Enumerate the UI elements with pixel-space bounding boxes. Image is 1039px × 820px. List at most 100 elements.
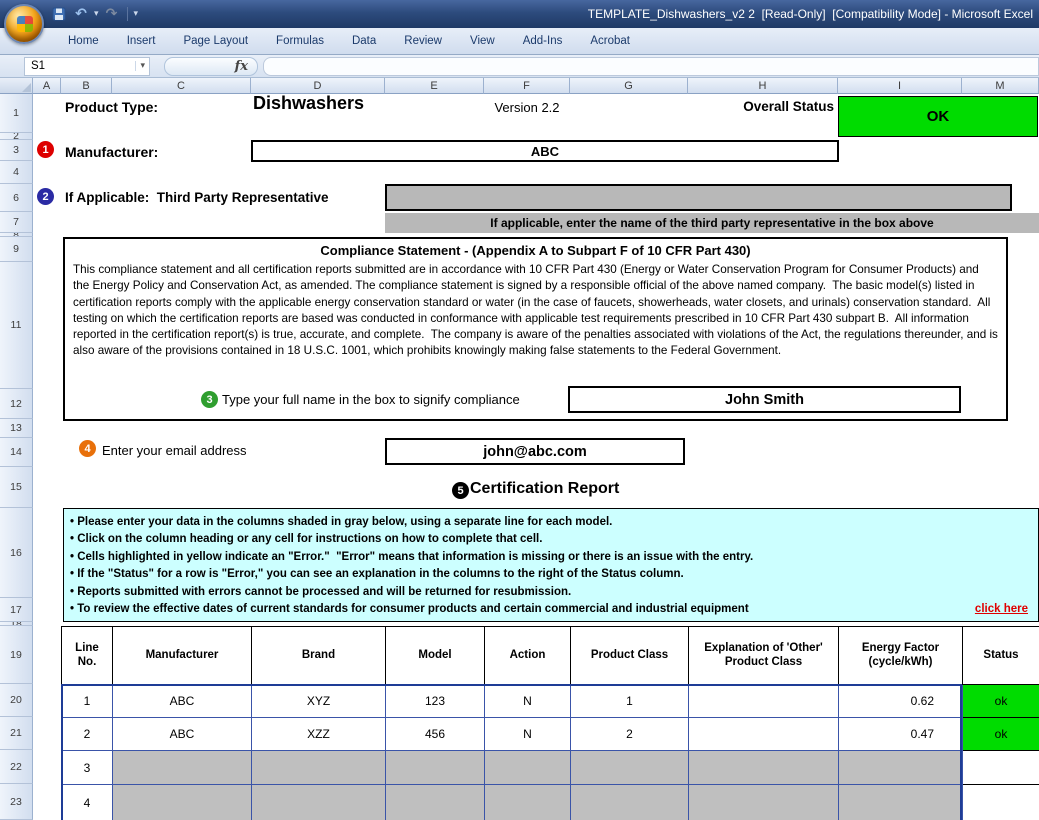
row-header-16[interactable]: 16 bbox=[0, 508, 33, 598]
name-box[interactable]: S1 ▾ bbox=[24, 57, 150, 76]
redo-button[interactable]: ↷ bbox=[103, 5, 121, 23]
row-header-1[interactable]: 1 bbox=[0, 94, 33, 133]
select-all-corner[interactable] bbox=[0, 78, 33, 94]
cell-r22-manufacturer[interactable] bbox=[113, 751, 252, 785]
table-header-status[interactable]: Status bbox=[963, 627, 1039, 685]
row-header-15[interactable]: 15 bbox=[0, 467, 33, 508]
col-header-c[interactable]: C bbox=[112, 78, 251, 94]
cell-r20-model[interactable]: 123 bbox=[386, 685, 485, 718]
tab-data[interactable]: Data bbox=[338, 30, 390, 52]
undo-dropdown-icon[interactable]: ▾ bbox=[94, 9, 99, 19]
cell-r21-status[interactable]: ok bbox=[963, 718, 1039, 751]
cell-r23-explanation[interactable] bbox=[689, 785, 839, 820]
tab-home[interactable]: Home bbox=[54, 30, 113, 52]
col-header-a[interactable]: A bbox=[33, 78, 61, 94]
col-header-i[interactable]: I bbox=[838, 78, 962, 94]
cell-r20-product-class[interactable]: 1 bbox=[571, 685, 689, 718]
cell-r20-status[interactable]: ok bbox=[963, 685, 1039, 718]
row-header-11[interactable]: 11 bbox=[0, 262, 33, 389]
third-party-input[interactable] bbox=[385, 184, 1012, 211]
row-header-4[interactable]: 4 bbox=[0, 161, 33, 184]
row-header-13[interactable]: 13 bbox=[0, 419, 33, 438]
cell-r23-action[interactable] bbox=[485, 785, 571, 820]
click-here-link[interactable]: click here bbox=[975, 603, 1030, 615]
col-header-b[interactable]: B bbox=[61, 78, 112, 94]
tab-page-layout[interactable]: Page Layout bbox=[169, 30, 262, 52]
cell-r21-manufacturer[interactable]: ABC bbox=[113, 718, 252, 751]
cell-r22-status[interactable] bbox=[963, 751, 1039, 785]
tab-formulas[interactable]: Formulas bbox=[262, 30, 338, 52]
cell-r20-manufacturer[interactable]: ABC bbox=[113, 685, 252, 718]
cell-r22-explanation[interactable] bbox=[689, 751, 839, 785]
cell-r23-line-no[interactable]: 4 bbox=[62, 785, 113, 820]
cell-r23-product-class[interactable] bbox=[571, 785, 689, 820]
cell-r23-energy-factor[interactable] bbox=[839, 785, 963, 820]
cell-r22-line-no[interactable]: 3 bbox=[62, 751, 113, 785]
table-header-explanation[interactable]: Explanation of 'Other' Product Class bbox=[689, 627, 839, 685]
table-header-line-no[interactable]: Line No. bbox=[62, 627, 113, 685]
customize-quick-access-button[interactable]: ▾ bbox=[134, 9, 139, 19]
cell-r20-line-no[interactable]: 1 bbox=[62, 685, 113, 718]
manufacturer-input[interactable]: ABC bbox=[251, 140, 839, 162]
col-header-h[interactable]: H bbox=[688, 78, 838, 94]
cell-r22-action[interactable] bbox=[485, 751, 571, 785]
table-header-model[interactable]: Model bbox=[386, 627, 485, 685]
row-header-23[interactable]: 23 bbox=[0, 784, 33, 820]
office-button[interactable] bbox=[4, 4, 44, 44]
cell-r23-manufacturer[interactable] bbox=[113, 785, 252, 820]
cell-r20-brand[interactable]: XYZ bbox=[252, 685, 386, 718]
cell-r23-status[interactable] bbox=[963, 785, 1039, 820]
table-header-product-class[interactable]: Product Class bbox=[571, 627, 689, 685]
table-header-brand[interactable]: Brand bbox=[252, 627, 386, 685]
cell-r21-action[interactable]: N bbox=[485, 718, 571, 751]
cell-r22-product-class[interactable] bbox=[571, 751, 689, 785]
col-header-m[interactable]: M bbox=[962, 78, 1039, 94]
insert-function-button[interactable]: fx bbox=[164, 57, 258, 76]
cell-r22-model[interactable] bbox=[386, 751, 485, 785]
row-header-17[interactable]: 17 bbox=[0, 598, 33, 622]
row-header-9[interactable]: 9 bbox=[0, 237, 33, 262]
cell-r21-model[interactable]: 456 bbox=[386, 718, 485, 751]
cell-r20-explanation[interactable] bbox=[689, 685, 839, 718]
tab-review[interactable]: Review bbox=[390, 30, 456, 52]
col-header-e[interactable]: E bbox=[385, 78, 484, 94]
cell-r21-brand[interactable]: XZZ bbox=[252, 718, 386, 751]
signature-input[interactable]: John Smith bbox=[568, 386, 961, 413]
row-header-19[interactable]: 19 bbox=[0, 626, 33, 684]
cell-r21-explanation[interactable] bbox=[689, 718, 839, 751]
row-header-22[interactable]: 22 bbox=[0, 750, 33, 784]
row-header-12[interactable]: 12 bbox=[0, 389, 33, 419]
row-header-21[interactable]: 21 bbox=[0, 717, 33, 750]
tab-add-ins[interactable]: Add-Ins bbox=[509, 30, 577, 52]
tab-acrobat[interactable]: Acrobat bbox=[576, 30, 644, 52]
email-input[interactable]: john@abc.com bbox=[385, 438, 685, 465]
cell-r23-model[interactable] bbox=[386, 785, 485, 820]
name-box-dropdown-icon[interactable]: ▾ bbox=[135, 61, 149, 71]
save-button[interactable] bbox=[50, 5, 68, 23]
row-header-20[interactable]: 20 bbox=[0, 684, 33, 717]
table-header-action[interactable]: Action bbox=[485, 627, 571, 685]
cell-r21-product-class[interactable]: 2 bbox=[571, 718, 689, 751]
table-header-energy-factor[interactable]: Energy Factor (cycle/kWh) bbox=[839, 627, 963, 685]
col-header-f[interactable]: F bbox=[484, 78, 570, 94]
tab-view[interactable]: View bbox=[456, 30, 509, 52]
row-header-14[interactable]: 14 bbox=[0, 438, 33, 467]
row-header-3[interactable]: 3 bbox=[0, 140, 33, 161]
cell-r22-brand[interactable] bbox=[252, 751, 386, 785]
cell-r20-action[interactable]: N bbox=[485, 685, 571, 718]
col-header-d[interactable]: D bbox=[251, 78, 385, 94]
cell-r23-brand[interactable] bbox=[252, 785, 386, 820]
formula-input[interactable] bbox=[263, 57, 1039, 76]
tab-insert[interactable]: Insert bbox=[113, 30, 170, 52]
overall-status-cell[interactable]: OK bbox=[838, 96, 1038, 137]
undo-button[interactable]: ↶ bbox=[72, 5, 90, 23]
cell-r21-line-no[interactable]: 2 bbox=[62, 718, 113, 751]
row-header-2[interactable]: 2 bbox=[0, 133, 33, 140]
row-header-6[interactable]: 6 bbox=[0, 184, 33, 212]
cell-r20-energy-factor[interactable]: 0.62 bbox=[839, 685, 963, 718]
col-header-g[interactable]: G bbox=[570, 78, 688, 94]
table-header-manufacturer[interactable]: Manufacturer bbox=[113, 627, 252, 685]
cell-r22-energy-factor[interactable] bbox=[839, 751, 963, 785]
row-header-7[interactable]: 7 bbox=[0, 212, 33, 233]
cell-r21-energy-factor[interactable]: 0.47 bbox=[839, 718, 963, 751]
